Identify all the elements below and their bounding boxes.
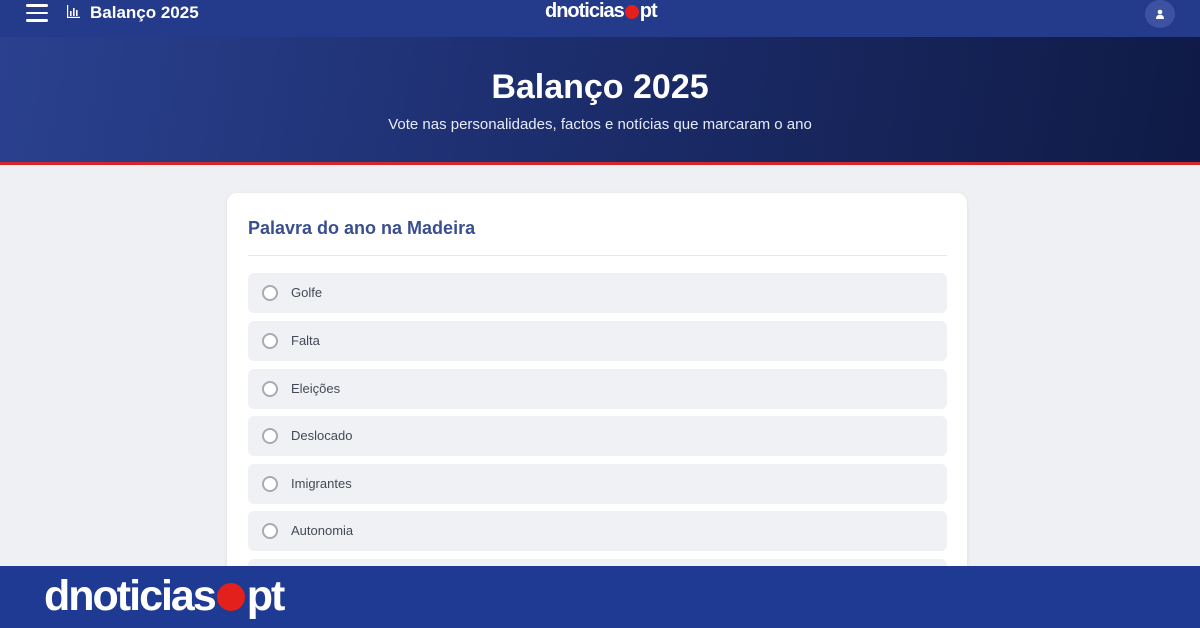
poll-question: Palavra do ano na Madeira — [248, 218, 476, 238]
poll-option-label: Falta — [291, 333, 320, 348]
logo-text-right: pt — [246, 572, 286, 620]
menu-icon[interactable] — [26, 4, 48, 24]
poll-option-label: Imigrantes — [291, 476, 352, 491]
logo-text-left: dnoticias — [44, 572, 217, 620]
user-icon — [1156, 9, 1164, 19]
poll-option[interactable]: Deslocado — [248, 416, 947, 456]
radio-button[interactable] — [262, 333, 278, 349]
top-navbar: Balanço 2025 dnoticias pt — [0, 0, 1200, 37]
logo-text-left: dnoticias — [545, 0, 625, 22]
poll-option-label: Autonomia — [291, 523, 354, 538]
radio-button[interactable] — [262, 476, 278, 492]
poll-card: Palavra do ano na Madeira Golfe Falta El… — [227, 193, 967, 623]
logo-dot-icon — [624, 4, 639, 19]
poll-option-label: Eleições — [291, 381, 341, 396]
hero-banner: Balanço 2025 Vote nas personalidades, fa… — [0, 37, 1200, 165]
radio-button[interactable] — [262, 285, 278, 301]
poll-option[interactable]: Eleições — [248, 369, 947, 409]
poll-option-label: Deslocado — [291, 428, 353, 443]
site-logo[interactable]: dnoticias pt — [545, 0, 658, 23]
page-subtitle: Vote nas personalidades, factos e notíci… — [388, 116, 812, 133]
app-title[interactable]: Balanço 2025 — [90, 3, 199, 23]
logo-text-right: pt — [639, 0, 658, 22]
user-account-button[interactable] — [1145, 0, 1175, 28]
poll-option[interactable]: Golfe — [248, 273, 947, 313]
footer-logo: dnoticias pt — [44, 572, 286, 621]
footer-brand-bar: dnoticias pt — [0, 566, 1200, 628]
poll-option[interactable]: Autonomia — [248, 511, 947, 551]
poll-option-label: Golfe — [291, 285, 323, 300]
logo-dot-icon — [216, 582, 245, 611]
page-title: Balanço 2025 — [491, 68, 709, 106]
bar-chart-icon — [67, 5, 80, 18]
divider — [248, 255, 947, 256]
poll-option[interactable]: Imigrantes — [248, 464, 947, 504]
poll-option[interactable]: Falta — [248, 321, 947, 361]
radio-button[interactable] — [262, 381, 278, 397]
radio-button[interactable] — [262, 523, 278, 539]
radio-button[interactable] — [262, 428, 278, 444]
